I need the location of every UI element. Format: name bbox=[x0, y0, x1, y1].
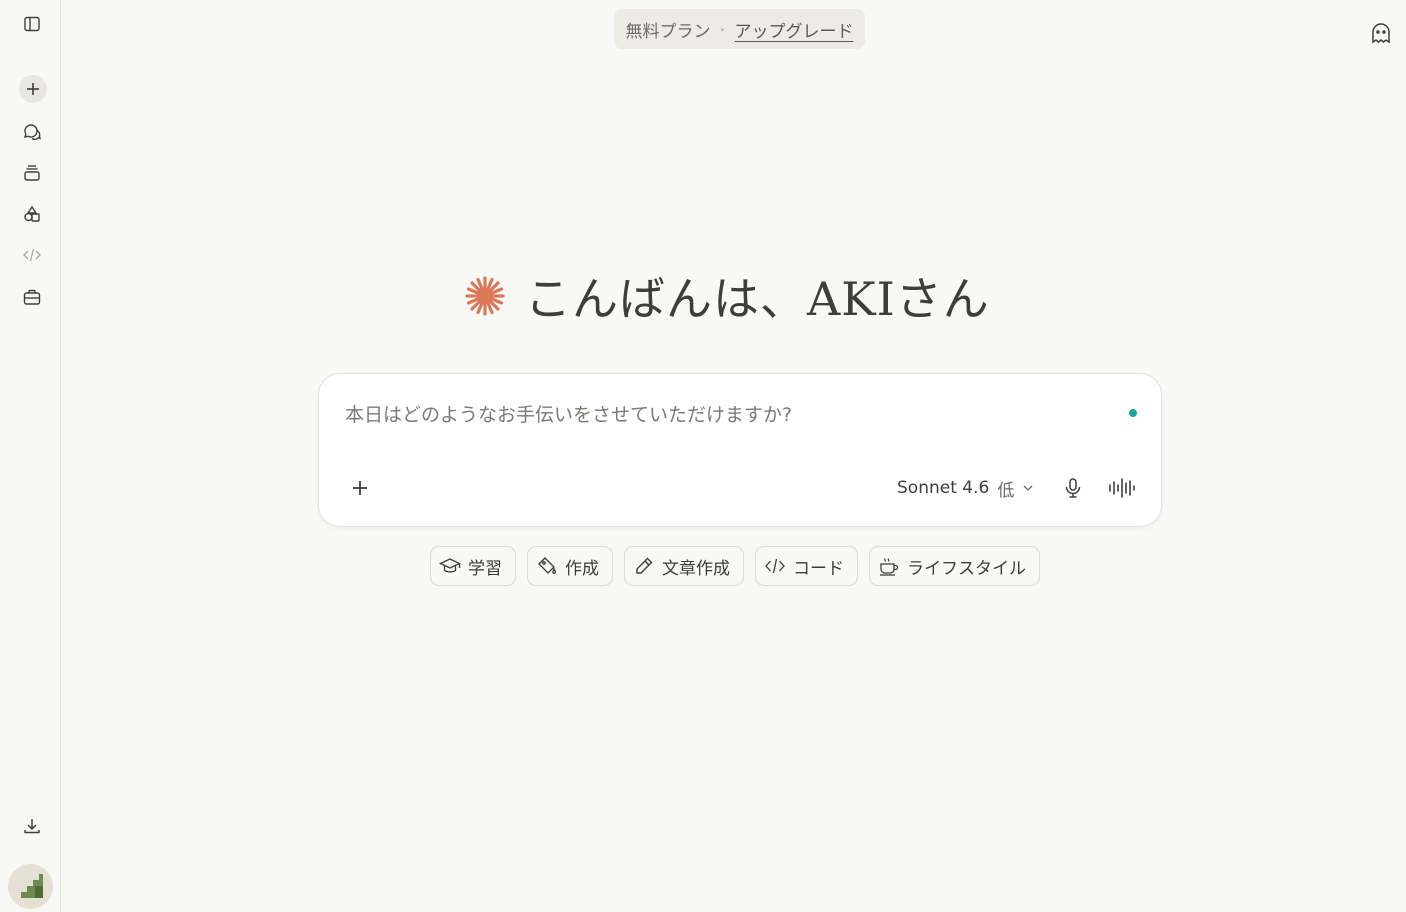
claude-logo-icon bbox=[465, 276, 505, 316]
sidebar bbox=[0, 0, 61, 912]
sidebar-toggle-button[interactable] bbox=[16, 8, 48, 40]
microphone-icon bbox=[1065, 478, 1081, 498]
chip-writing[interactable]: 文章作成 bbox=[624, 546, 744, 586]
coffee-cup-icon bbox=[880, 558, 899, 576]
dictation-button[interactable] bbox=[1059, 474, 1087, 502]
plan-banner: 無料プラン ・ アップグレード bbox=[614, 9, 865, 49]
graduation-cap-icon bbox=[439, 558, 461, 573]
voice-waveform-icon bbox=[1109, 478, 1135, 498]
plus-icon bbox=[353, 481, 367, 495]
download-button[interactable] bbox=[16, 810, 48, 842]
briefcase-icon bbox=[23, 289, 41, 305]
chip-label: 学習 bbox=[468, 558, 502, 579]
briefcase-button[interactable] bbox=[16, 281, 48, 313]
code-icon bbox=[23, 248, 41, 262]
avatar-stairs-icon bbox=[20, 873, 43, 898]
chip-label: コード bbox=[793, 558, 844, 579]
artifacts-button[interactable] bbox=[16, 198, 48, 230]
model-name: Sonnet 4.6 bbox=[897, 478, 990, 498]
chat-composer[interactable]: 本日はどのようなお手伝いをさせていただけますか? Sonnet 4.6 低 bbox=[318, 373, 1162, 527]
attach-button[interactable] bbox=[346, 474, 374, 502]
plus-icon bbox=[27, 83, 39, 95]
chip-label: 文章作成 bbox=[662, 558, 730, 579]
status-dot bbox=[1129, 409, 1137, 417]
paint-bucket-icon bbox=[538, 557, 557, 575]
chip-create[interactable]: 作成 bbox=[527, 546, 613, 586]
plan-label: 無料プラン bbox=[625, 21, 711, 42]
ghost-icon bbox=[1372, 23, 1390, 44]
avatar[interactable] bbox=[8, 864, 53, 909]
chip-label: 作成 bbox=[565, 558, 599, 579]
message-input[interactable]: 本日はどのようなお手伝いをさせていただけますか? bbox=[345, 400, 792, 427]
projects-icon bbox=[24, 165, 40, 181]
chip-learn[interactable]: 学習 bbox=[430, 546, 516, 586]
artifacts-icon bbox=[24, 205, 40, 222]
projects-button[interactable] bbox=[16, 157, 48, 189]
model-selector[interactable]: Sonnet 4.6 低 bbox=[897, 473, 1034, 503]
code-icon bbox=[765, 558, 785, 574]
download-icon bbox=[24, 819, 40, 834]
chevron-down-icon bbox=[1023, 485, 1033, 491]
chats-button[interactable] bbox=[16, 116, 48, 148]
greeting-text: こんばんは、AKIさん bbox=[525, 272, 990, 326]
pencil-icon bbox=[636, 557, 653, 574]
effort-level: 低 bbox=[997, 480, 1015, 501]
suggestion-chips: 学習 作成 文章作成 コード ライフスタイル bbox=[430, 546, 1040, 586]
chats-icon bbox=[24, 124, 42, 141]
voice-mode-button[interactable] bbox=[1107, 474, 1137, 502]
chip-lifestyle[interactable]: ライフスタイル bbox=[869, 546, 1040, 586]
incognito-button[interactable] bbox=[1367, 19, 1395, 47]
sidebar-toggle-icon bbox=[24, 16, 40, 32]
upgrade-link[interactable]: アップグレード bbox=[735, 17, 854, 42]
new-chat-button[interactable] bbox=[19, 75, 47, 103]
code-button[interactable] bbox=[16, 239, 48, 271]
plan-separator: ・ bbox=[716, 22, 729, 37]
greeting: こんばんは、AKIさん bbox=[463, 262, 990, 330]
chip-code[interactable]: コード bbox=[755, 546, 858, 586]
chip-label: ライフスタイル bbox=[907, 558, 1026, 579]
